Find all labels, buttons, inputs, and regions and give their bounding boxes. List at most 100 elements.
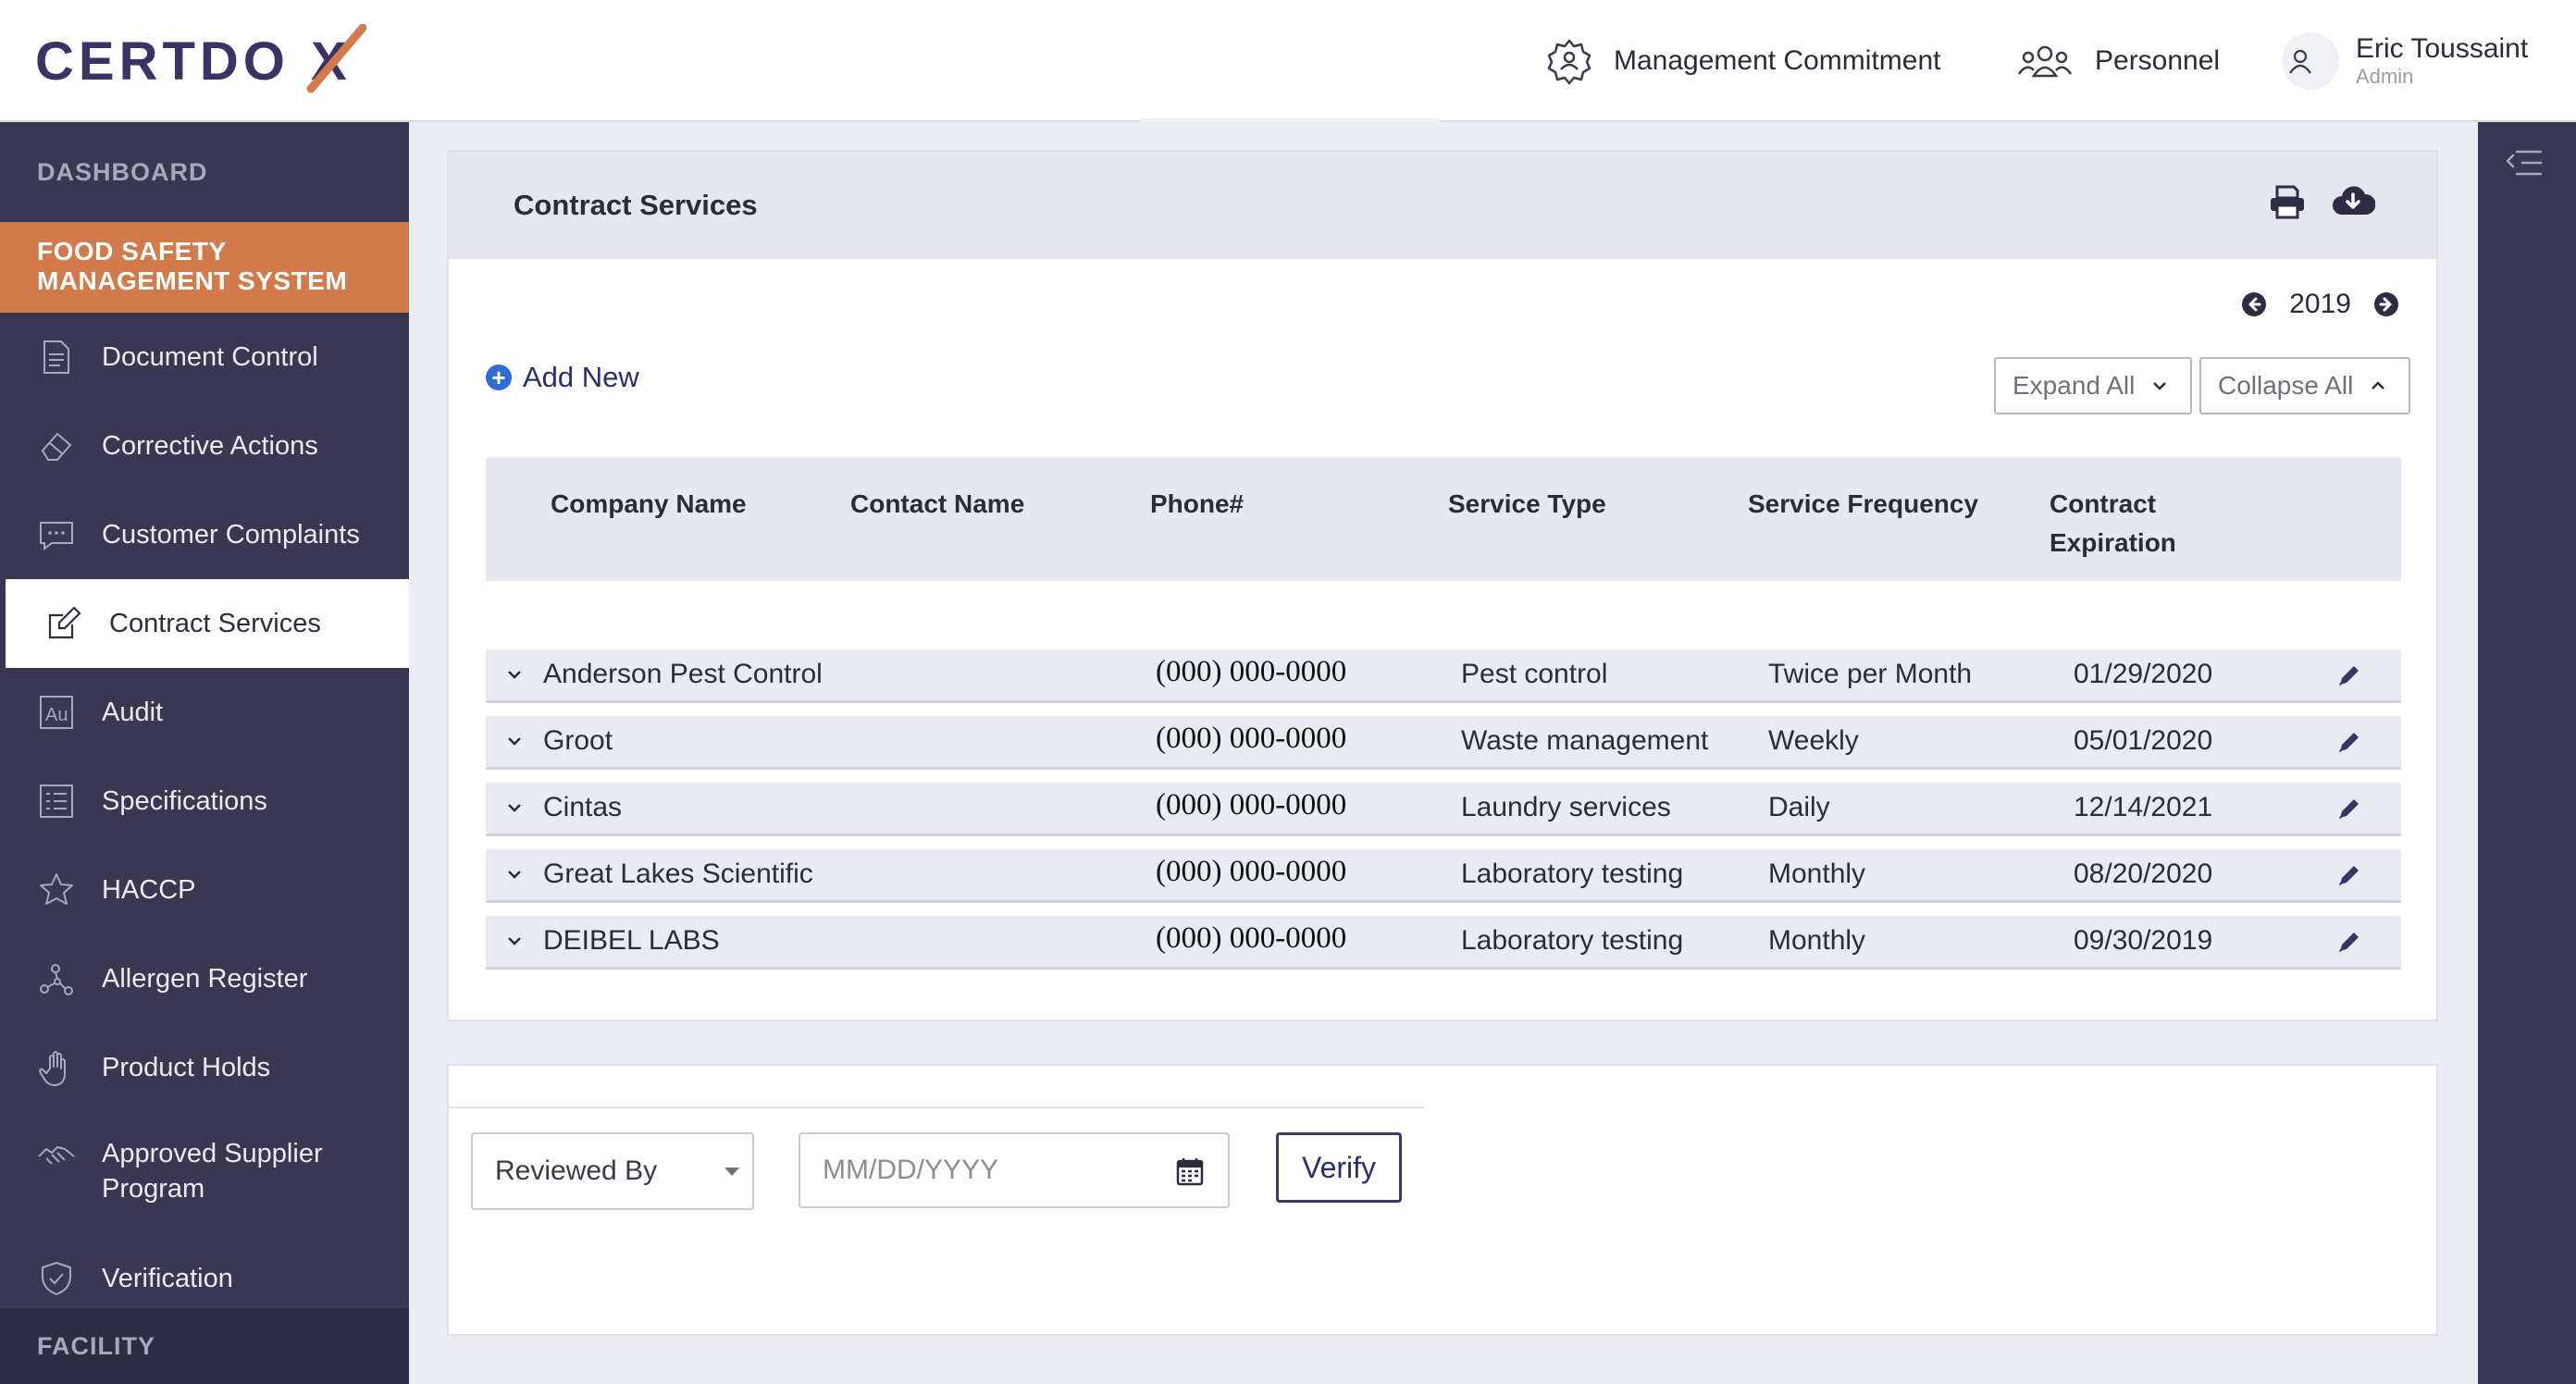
- table-header: Company Name Contact Name Phone# Service…: [486, 457, 2401, 581]
- sidebar-item-contract-services[interactable]: Contract Services: [0, 579, 409, 668]
- company-name: Great Lakes Scientific: [543, 859, 813, 889]
- sidebar-group-fsms[interactable]: FOOD SAFETY MANAGEMENT SYSTEM: [0, 222, 409, 313]
- header-tab-indicator: [1140, 118, 1440, 122]
- chevron-down-icon[interactable]: [504, 797, 525, 818]
- sidebar-item-corrective-actions[interactable]: Corrective Actions: [0, 402, 409, 490]
- cloud-download-icon[interactable]: [2331, 183, 2375, 220]
- table-row[interactable]: DEIBEL LABS (000) 000-0000 Laboratory te…: [486, 916, 2401, 970]
- chevron-down-icon[interactable]: [504, 864, 525, 884]
- contract-expiration: 12/14/2021: [2074, 792, 2213, 822]
- contract-expiration: 08/20/2020: [2074, 859, 2213, 889]
- handshake-icon: [38, 1146, 75, 1165]
- pencil-icon[interactable]: [2336, 796, 2362, 822]
- service-frequency: Weekly: [1768, 725, 1859, 756]
- user-menu[interactable]: Eric Toussaint Admin: [2282, 0, 2528, 122]
- sidebar-item-label: Customer Complaints: [102, 519, 360, 550]
- pencil-icon[interactable]: [2336, 662, 2362, 688]
- table-row[interactable]: Great Lakes Scientific (000) 000-0000 La…: [486, 849, 2401, 903]
- sidebar-item-label: Corrective Actions: [102, 430, 318, 461]
- sidebar-item-specifications[interactable]: Specifications: [0, 757, 409, 846]
- contract-services-card: Contract Services 2019 + Add New Expand …: [447, 150, 2438, 1021]
- eraser-icon: [41, 432, 72, 461]
- management-commitment-label: Management Commitment: [1614, 45, 1941, 76]
- print-icon[interactable]: [2268, 183, 2307, 220]
- sidebar-item-label: Allergen Register: [102, 963, 308, 994]
- list-icon: [40, 785, 73, 818]
- collapse-menu-icon[interactable]: [2502, 141, 2546, 185]
- pencil-icon[interactable]: [2336, 729, 2362, 755]
- verify-button[interactable]: Verify: [1276, 1132, 1402, 1203]
- sidebar-item-audit[interactable]: Au Audit: [0, 668, 409, 757]
- column-header[interactable]: Service Frequency: [1748, 485, 1978, 524]
- collapse-all-button[interactable]: Collapse All: [2199, 357, 2410, 414]
- company-name: Anderson Pest Control: [543, 659, 823, 689]
- certdox-logo[interactable]: CERTDO X: [33, 24, 366, 98]
- table-row[interactable]: Cintas (000) 000-0000 Laundry services D…: [486, 783, 2401, 836]
- contract-expiration: 01/29/2020: [2074, 659, 2213, 689]
- card-header: Contract Services: [449, 152, 2436, 259]
- column-header[interactable]: Phone#: [1150, 485, 1244, 524]
- chevron-down-icon[interactable]: [504, 931, 525, 951]
- svg-text:Au: Au: [45, 705, 68, 725]
- user-icon: [2289, 49, 2311, 74]
- date-placeholder: MM/DD/YYYY: [823, 1155, 999, 1185]
- service-type: Laundry services: [1461, 792, 1671, 822]
- personnel-link[interactable]: Personnel: [2015, 0, 2220, 122]
- column-header[interactable]: Contact Name: [850, 485, 1024, 524]
- column-header[interactable]: Company Name: [551, 485, 747, 524]
- service-type: Laboratory testing: [1461, 859, 1684, 889]
- management-commitment-link[interactable]: Management Commitment: [1545, 0, 1940, 122]
- table-row[interactable]: Groot (000) 000-0000 Waste management We…: [486, 716, 2401, 770]
- phone-number: (000) 000-0000: [1156, 788, 1347, 822]
- right-rail: [2478, 122, 2576, 1384]
- column-header[interactable]: Contract Expiration: [2050, 485, 2216, 562]
- avatar: [2282, 32, 2339, 90]
- service-frequency: Daily: [1768, 792, 1830, 822]
- review-date-input[interactable]: MM/DD/YYYY: [799, 1132, 1230, 1208]
- sidebar-item-allergen-register[interactable]: Allergen Register: [0, 934, 409, 1023]
- hand-icon: [39, 1051, 66, 1086]
- service-frequency: Monthly: [1768, 925, 1866, 956]
- expand-all-label: Expand All: [2012, 371, 2136, 400]
- sidebar-item-label: Specifications: [102, 785, 267, 816]
- gear-icon: [1547, 39, 1591, 85]
- next-year-icon[interactable]: [2373, 291, 2399, 317]
- add-new-button[interactable]: + Add New: [486, 361, 639, 394]
- sidebar-item-label: Document Control: [102, 341, 318, 372]
- chevron-down-icon: [2153, 382, 2167, 390]
- chevron-down-icon[interactable]: [504, 664, 525, 685]
- page-title: Contract Services: [514, 189, 758, 221]
- review-card: Reviewed By MM/DD/YYYY Verify: [447, 1064, 2438, 1336]
- pencil-icon[interactable]: [2336, 929, 2362, 955]
- chat-icon: [40, 522, 73, 550]
- pencil-icon[interactable]: [2336, 862, 2362, 888]
- prev-year-icon[interactable]: [2241, 291, 2267, 317]
- svg-text:CERTDO: CERTDO: [35, 31, 290, 92]
- sidebar-item-haccp[interactable]: HACCP: [0, 846, 409, 934]
- sidebar-section-facility[interactable]: FACILITY: [0, 1308, 409, 1384]
- year-navigator: 2019: [2241, 289, 2399, 320]
- reviewed-by-select[interactable]: Reviewed By: [471, 1132, 754, 1210]
- table-row[interactable]: Anderson Pest Control (000) 000-0000 Pes…: [486, 649, 2401, 703]
- phone-number: (000) 000-0000: [1156, 921, 1347, 955]
- chevron-down-icon[interactable]: [504, 731, 525, 751]
- service-type: Laboratory testing: [1461, 925, 1684, 956]
- molecule-icon: [40, 964, 73, 995]
- column-header[interactable]: Service Type: [1448, 485, 1606, 524]
- year-label: 2019: [2289, 289, 2351, 319]
- sidebar-item-label: Verification: [102, 1263, 233, 1293]
- sidebar-item-label: Approved Supplier Program: [102, 1139, 323, 1204]
- caret-down-icon: [724, 1168, 739, 1176]
- sidebar-item-product-holds[interactable]: Product Holds: [0, 1023, 409, 1112]
- expand-all-button[interactable]: Expand All: [1994, 357, 2192, 414]
- sidebar-section-dashboard[interactable]: DASHBOARD: [0, 122, 409, 222]
- shield-check-icon: [42, 1262, 71, 1295]
- sidebar-item-customer-complaints[interactable]: Customer Complaints: [0, 490, 409, 579]
- contract-expiration: 09/30/2019: [2074, 925, 2213, 956]
- company-name: DEIBEL LABS: [543, 925, 720, 956]
- sidebar-item-approved-supplier-program[interactable]: Approved Supplier Program: [0, 1112, 409, 1234]
- calendar-icon[interactable]: [1176, 1156, 1204, 1186]
- phone-number: (000) 000-0000: [1156, 655, 1347, 688]
- sidebar-item-document-control[interactable]: Document Control: [0, 313, 409, 402]
- users-icon: [2017, 45, 2073, 78]
